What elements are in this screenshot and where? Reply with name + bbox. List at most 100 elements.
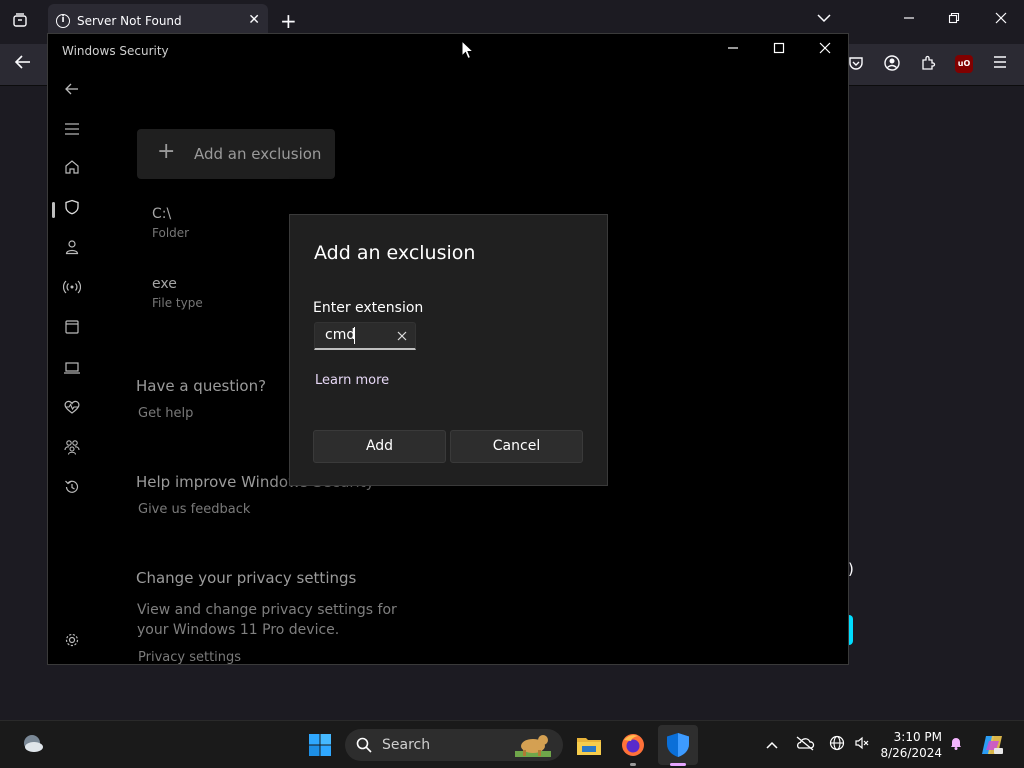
volume-muted-icon[interactable] [852,735,872,755]
ublock-origin-icon[interactable]: uO [955,55,973,73]
person-icon[interactable] [61,239,83,261]
privacy-description: View and change privacy settings for you… [137,602,397,638]
back-arrow-icon-svg [14,55,30,69]
history-icon[interactable] [61,479,83,501]
globe-network-icon[interactable] [827,735,847,755]
exclusion-name: exe [152,276,177,292]
laptop-icon[interactable] [61,359,83,381]
privacy-heading: Change your privacy settings [136,569,357,587]
chevron-up-icon[interactable] [762,735,782,755]
app-browser-icon[interactable] [61,319,83,341]
gear-icon[interactable] [61,632,83,654]
copilot-icon[interactable] [980,733,1004,757]
learn-more-link[interactable]: Learn more [315,373,389,388]
firefox-running-indicator [630,763,636,766]
hamburger-menu-icon[interactable] [61,119,83,141]
exclusion-item[interactable]: C:\ Folder [152,206,189,240]
navigation-rail [48,74,98,664]
tab-list-icon-svg [13,13,27,27]
wireless-icon[interactable] [61,279,83,301]
new-tab-button[interactable]: + [280,10,297,32]
search-icon [356,735,372,757]
add-exclusion-button[interactable]: + Add an exclusion [137,129,335,179]
mouse-cursor-svg [461,39,475,60]
add-exclusion-label: Add an exclusion [194,145,322,163]
add-exclusion-dialog: Add an exclusion Enter extension cmd Lea… [289,214,608,486]
minimize-icon[interactable] [903,12,915,28]
search-highlight-icon [513,731,553,759]
weather-icon[interactable] [20,733,44,755]
tab-list-icon[interactable] [10,12,30,32]
feedback-link[interactable]: Give us feedback [138,502,250,517]
taskbar: Search 3:10 PM 8/26/2024 [0,720,1024,768]
add-button[interactable]: Add [313,430,446,463]
close-icon[interactable] [995,12,1007,28]
account-icon[interactable] [883,55,901,73]
extension-input[interactable]: cmd [314,322,416,350]
globe-network-icon-svg [829,735,845,751]
windows-security-taskbar-icon[interactable] [663,730,693,760]
file-explorer-icon-svg [577,738,601,755]
exclusion-name: C:\ [152,206,172,222]
maximize-icon-svg [773,42,785,54]
pocket-icon-svg [849,57,863,70]
plus-icon: + [157,139,176,164]
person-icon-svg [65,240,79,255]
health-heart-icon[interactable] [61,399,83,421]
desktop: i Server Not Found ✕ + uO) Windows Secu… [0,0,1024,768]
file-explorer-icon[interactable] [574,730,604,760]
family-icon[interactable] [61,439,83,461]
taskbar-clock[interactable]: 3:10 PM 8/26/2024 [880,729,942,761]
search-label: Search [382,737,431,753]
rail-menu-svg [65,123,79,135]
taskbar-search-box[interactable]: Search [345,729,563,761]
get-help-link[interactable]: Get help [138,406,193,421]
extension-field-label: Enter extension [313,300,424,316]
minimize-icon[interactable] [727,42,739,58]
privacy-settings-link[interactable]: Privacy settings [138,650,241,664]
copilot-icon-svg [982,736,1003,754]
active-app-indicator [670,763,686,766]
volume-muted-icon-svg [855,736,869,750]
chevron-up-icon-svg [766,741,778,749]
pocket-icon[interactable] [847,55,865,73]
question-heading: Have a question? [136,377,267,395]
ws-minimize-icon-svg [728,47,738,49]
clear-icon[interactable] [397,326,407,345]
exclusion-item[interactable]: exe File type [152,276,203,310]
gear-icon-svg [65,633,79,647]
wireless-icon-svg [62,280,82,294]
weather-icon-svg [24,735,43,752]
ws-close-icon-svg [819,42,831,54]
extensions-icon[interactable] [919,55,937,73]
window-title: Windows Security [62,44,169,58]
exclusion-type: File type [152,296,203,310]
hamburger-menu-icon[interactable] [991,55,1009,73]
hamburger-menu-icon-svg [994,56,1006,68]
tab-title: Server Not Found [77,14,182,28]
search-highlight-svg [515,735,551,757]
info-icon: i [56,14,70,28]
maximize-icon[interactable] [773,42,785,58]
restore-icon-svg [948,12,960,24]
onedrive-offline-icon[interactable] [795,735,815,755]
restore-icon[interactable] [948,12,960,28]
app-browser-icon-svg [65,320,79,334]
back-arrow-icon[interactable] [14,54,32,75]
tab-close-icon[interactable]: ✕ [248,12,260,28]
windows-security-window: Windows Security + Add an exclusion C:\ … [47,33,849,665]
shield-icon[interactable] [61,199,83,221]
chevron-down-icon[interactable] [817,12,831,26]
home-icon[interactable] [61,159,83,181]
firefox-icon[interactable] [618,730,648,760]
rail-back-svg [65,83,78,95]
notification-bell-icon[interactable] [946,735,966,755]
cancel-button[interactable]: Cancel [450,430,583,463]
close-icon[interactable] [819,42,831,58]
clock-time: 3:10 PM [893,730,942,744]
mouse-cursor-icon [461,39,475,60]
windows-start-icon[interactable] [308,733,332,757]
onedrive-offline-icon-svg [796,736,815,751]
extension-input-value: cmd [325,327,356,343]
back-arrow-icon[interactable] [61,79,83,101]
